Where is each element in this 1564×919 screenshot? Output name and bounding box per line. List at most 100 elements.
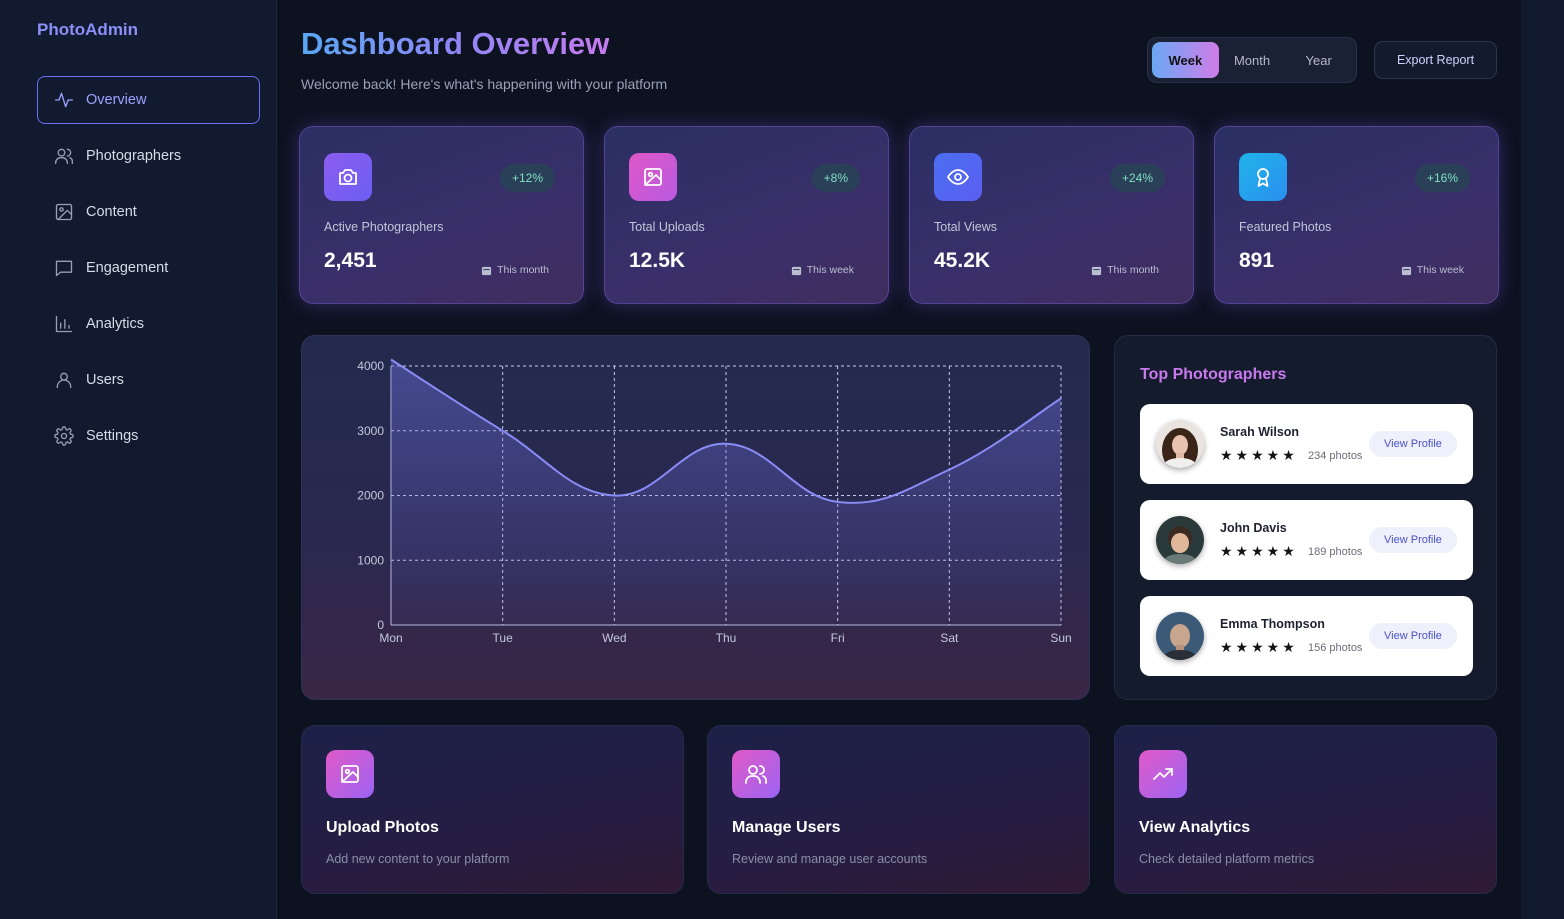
sidebar: PhotoAdmin Overview Photographers Conten…	[0, 0, 277, 919]
stat-change-badge: +24%	[1109, 164, 1165, 192]
sidebar-item-photographers[interactable]: Photographers	[37, 132, 260, 180]
avatar	[1156, 420, 1204, 468]
x-tick-label: Thu	[716, 631, 737, 645]
stat-value: 45.2K	[934, 249, 991, 272]
stat-change-badge: +8%	[811, 164, 860, 192]
image-icon	[54, 202, 74, 222]
top-photographers-title: Top Photographers	[1140, 366, 1287, 383]
calendar-icon	[481, 266, 492, 275]
stat-card-total-views: +24% Total Views 45.2K This month	[909, 126, 1194, 304]
sidebar-item-overview[interactable]: Overview	[37, 76, 260, 124]
x-tick-label: Mon	[379, 631, 402, 645]
manage-users-card[interactable]: Manage Users Review and manage user acco…	[707, 725, 1090, 894]
view-profile-button[interactable]: View Profile	[1369, 527, 1457, 553]
export-report-button[interactable]: Export Report	[1374, 41, 1497, 79]
stat-value: 2,451	[324, 249, 377, 272]
stat-period: This week	[1401, 264, 1464, 276]
sidebar-item-label: Engagement	[86, 260, 169, 276]
activity-icon	[54, 90, 74, 110]
action-title: Upload Photos	[326, 819, 439, 836]
sidebar-nav: Overview Photographers Content Engagemen…	[37, 76, 260, 468]
rating-stars: ★★★★★	[1220, 447, 1298, 463]
weekly-area-chart: 0 1000 2000 3000 4000 Mon Tue Wed Thu Fri Sat Sun	[357, 358, 1072, 645]
user-icon	[54, 370, 74, 390]
stat-period-label: This week	[806, 264, 854, 276]
sidebar-item-settings[interactable]: Settings	[37, 412, 260, 460]
period-month-button[interactable]: Month	[1219, 42, 1286, 78]
calendar-icon	[1091, 266, 1102, 275]
avatar	[1156, 612, 1204, 660]
sidebar-item-label: Users	[86, 372, 124, 388]
x-tick-label: Wed	[602, 631, 626, 645]
view-profile-button[interactable]: View Profile	[1369, 623, 1457, 649]
eye-icon	[934, 153, 982, 201]
photographer-name: John Davis	[1220, 521, 1287, 535]
period-toggle: Week Month Year	[1147, 37, 1357, 83]
stat-period: This month	[1091, 264, 1159, 276]
stat-period: This week	[791, 264, 854, 276]
y-tick-label: 2000	[357, 489, 384, 503]
action-title: View Analytics	[1139, 819, 1251, 836]
y-tick-label: 4000	[357, 359, 384, 373]
stat-period-label: This month	[497, 264, 549, 276]
x-tick-label: Sun	[1050, 631, 1071, 645]
sidebar-item-content[interactable]: Content	[37, 188, 260, 236]
stat-label: Featured Photos	[1239, 220, 1332, 234]
gear-icon	[54, 426, 74, 446]
stat-value: 891	[1239, 249, 1275, 272]
bar-chart-icon	[54, 314, 74, 334]
view-profile-button[interactable]: View Profile	[1369, 431, 1457, 457]
sidebar-item-analytics[interactable]: Analytics	[37, 300, 260, 348]
page-title: Dashboard Overview	[301, 26, 610, 61]
photographer-name: Sarah Wilson	[1220, 425, 1300, 439]
camera-icon	[324, 153, 372, 201]
stat-label: Total Uploads	[629, 220, 705, 234]
main-content: Dashboard Overview Welcome back! Here's …	[277, 0, 1521, 919]
users-icon	[54, 146, 74, 166]
x-tick-label: Tue	[493, 631, 514, 645]
action-description: Check detailed platform metrics	[1139, 852, 1315, 866]
weekly-chart-card: 0 1000 2000 3000 4000 Mon Tue Wed Thu Fri Sat Sun	[301, 335, 1090, 700]
trending-up-icon	[1139, 750, 1187, 798]
y-tick-label: 3000	[357, 424, 384, 438]
y-tick-label: 0	[377, 618, 384, 632]
action-description: Review and manage user accounts	[732, 852, 928, 866]
sidebar-item-engagement[interactable]: Engagement	[37, 244, 260, 292]
stat-label: Total Views	[934, 220, 997, 234]
sidebar-item-label: Overview	[86, 92, 147, 108]
stat-card-active-photographers: +12% Active Photographers 2,451 This mon…	[299, 126, 584, 304]
period-year-button[interactable]: Year	[1285, 42, 1352, 78]
brand-logo[interactable]: PhotoAdmin	[37, 20, 138, 40]
sidebar-item-label: Analytics	[86, 316, 145, 332]
stat-change-badge: +16%	[1414, 164, 1470, 192]
upload-photos-card[interactable]: Upload Photos Add new content to your pl…	[301, 725, 684, 894]
photo-count: 156 photos	[1308, 642, 1363, 654]
x-tick-label: Sat	[940, 631, 959, 645]
stat-value: 12.5K	[629, 249, 686, 272]
view-analytics-card[interactable]: View Analytics Check detailed platform m…	[1114, 725, 1497, 894]
image-icon	[326, 750, 374, 798]
top-photographers-panel: Top Photographers Sarah Wilson ★★★★★ 234…	[1114, 335, 1497, 700]
message-icon	[54, 258, 74, 278]
stat-period-label: This month	[1107, 264, 1159, 276]
action-description: Add new content to your platform	[326, 852, 510, 866]
list-item: John Davis ★★★★★ 189 photos View Profile	[1140, 500, 1473, 580]
photo-count: 189 photos	[1308, 546, 1363, 558]
sidebar-item-users[interactable]: Users	[37, 356, 260, 404]
sidebar-item-label: Settings	[86, 428, 139, 444]
series-area	[391, 359, 1061, 625]
stat-label: Active Photographers	[324, 220, 444, 234]
users-icon	[732, 750, 780, 798]
image-icon	[629, 153, 677, 201]
x-tick-label: Fri	[831, 631, 845, 645]
photo-count: 234 photos	[1308, 450, 1363, 462]
calendar-icon	[791, 266, 801, 275]
rating-stars: ★★★★★	[1220, 543, 1298, 559]
rating-stars: ★★★★★	[1220, 639, 1298, 655]
period-week-button[interactable]: Week	[1152, 42, 1219, 78]
right-edge-panel	[1521, 0, 1564, 919]
stat-card-featured-photos: +16% Featured Photos 891 This week	[1214, 126, 1499, 304]
avatar	[1156, 516, 1204, 564]
sidebar-item-label: Photographers	[86, 148, 182, 164]
stat-change-badge: +12%	[499, 164, 555, 192]
